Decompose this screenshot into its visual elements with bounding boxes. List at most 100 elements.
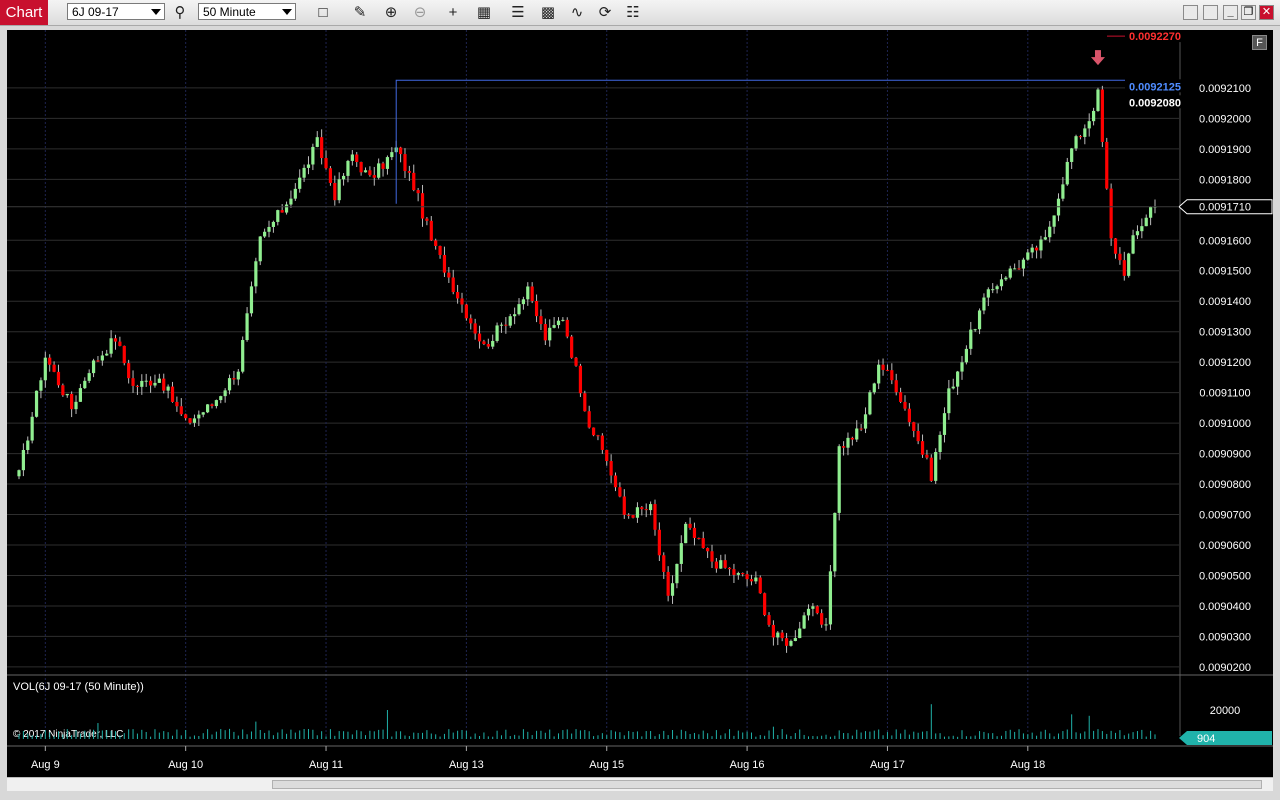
candle-up <box>872 383 876 393</box>
candle-up <box>942 413 947 435</box>
candle-down <box>56 371 61 386</box>
candle-up <box>991 289 995 291</box>
candle-down <box>1017 268 1021 270</box>
candle-down <box>631 515 635 518</box>
candle-up <box>556 320 561 326</box>
candle-up <box>140 380 144 387</box>
candle-down <box>885 369 890 371</box>
candle-up <box>1131 235 1135 254</box>
candle-up <box>271 221 275 227</box>
flag-button[interactable]: F <box>1252 35 1267 50</box>
candle-up <box>254 261 258 287</box>
date-axis: Aug 9 Aug 10 Aug 11 Aug 13 Aug 15 Aug 16 Aug 1… <box>7 745 1273 771</box>
candle-up <box>846 437 850 448</box>
candle-up <box>39 380 43 391</box>
candle-up <box>561 319 565 321</box>
candle-up <box>798 628 802 639</box>
candle-down <box>1078 136 1083 138</box>
instrument-selector[interactable]: 6J 09-17 <box>67 3 165 20</box>
candle-up <box>43 357 47 381</box>
candle-down <box>745 574 749 580</box>
candle-down <box>732 569 736 575</box>
properties-icon[interactable]: ☷ <box>623 3 643 22</box>
timeframe-selector[interactable]: 50 Minute <box>198 3 296 20</box>
candle-down <box>460 298 464 305</box>
minimize-button[interactable]: _ <box>1223 5 1238 20</box>
candle-up <box>166 386 170 391</box>
candle-up <box>293 188 297 199</box>
candle-down <box>784 638 789 646</box>
candle-down <box>662 555 666 572</box>
candle-up <box>806 608 811 616</box>
candle-up <box>973 329 977 331</box>
horizontal-scrollbar[interactable] <box>7 777 1273 791</box>
current-price-label: 0.0091710 <box>1199 202 1251 214</box>
price-label: 0.0091800 <box>1199 174 1251 186</box>
candle-down <box>122 345 126 364</box>
candle-up <box>236 371 240 380</box>
strategy-icon[interactable]: ▩ <box>538 3 558 22</box>
zoom-out-icon[interactable]: ⊖ <box>410 3 430 22</box>
price-chart[interactable]: 0.0092100 0.0092000 0.0091900 0.0091800 0.00… <box>7 30 1273 777</box>
candle-down <box>530 286 534 301</box>
dock-icon[interactable] <box>1183 5 1198 20</box>
pencil-icon[interactable]: ✎ <box>350 3 370 22</box>
candle-down <box>398 147 403 155</box>
candle-up <box>289 198 293 205</box>
candle-down <box>534 300 539 317</box>
search-icon[interactable]: ⚲ <box>170 3 190 22</box>
candle-down <box>657 529 661 556</box>
candle-down <box>1105 141 1109 189</box>
candle-down <box>600 435 604 450</box>
candle-down <box>359 162 363 173</box>
candle-down <box>447 272 451 278</box>
close-button[interactable]: ✕ <box>1259 5 1274 20</box>
candle-up <box>311 146 315 165</box>
candle-up <box>719 560 723 569</box>
tile-icon[interactable] <box>1203 5 1218 20</box>
crosshair-icon[interactable]: + <box>443 3 463 22</box>
restore-button[interactable]: ❐ <box>1241 5 1256 20</box>
candle-up <box>302 167 306 178</box>
price-label: 0.0090500 <box>1199 570 1251 582</box>
candle-up <box>793 638 797 641</box>
marker-line-label: 0.0092125 <box>1129 81 1181 93</box>
date-label: Aug 15 <box>589 759 624 771</box>
candle-down <box>451 277 455 293</box>
candle-up <box>1127 253 1131 276</box>
volume-value-tag <box>1179 731 1272 745</box>
candle-down <box>613 475 618 488</box>
candle-down <box>583 393 587 412</box>
candle-up <box>495 325 499 341</box>
chart-panel[interactable]: 0.0092100 0.0092000 0.0091900 0.0091800 0.00… <box>7 30 1273 777</box>
candle-down <box>907 408 911 423</box>
data-box-icon[interactable]: ▦ <box>474 3 494 22</box>
price-label: 0.0091200 <box>1199 357 1251 369</box>
candle-down <box>912 422 916 432</box>
candle-down <box>741 573 745 575</box>
candle-up <box>267 226 271 232</box>
candle-down <box>763 593 767 616</box>
price-label: 0.0091500 <box>1199 266 1251 278</box>
zoom-in-icon[interactable]: ⊕ <box>381 3 401 22</box>
candle-up <box>91 360 96 374</box>
candle-down <box>539 316 543 325</box>
candle-down <box>131 378 135 386</box>
bars-icon[interactable]: ☰ <box>508 3 528 22</box>
scroll-thumb[interactable] <box>272 780 1262 789</box>
candle-up <box>377 163 381 178</box>
indicator-icon[interactable]: ∿ <box>567 3 587 22</box>
box-icon[interactable]: □ <box>313 3 333 22</box>
candle-down <box>710 551 714 562</box>
candle-down <box>1109 188 1113 239</box>
price-label: 0.0090600 <box>1199 540 1251 552</box>
candle-down <box>644 509 648 511</box>
chevron-down-icon <box>151 9 161 15</box>
chart-tab[interactable]: Chart <box>0 0 48 25</box>
candle-up <box>249 286 254 314</box>
candle-down <box>1122 260 1126 276</box>
candle-down <box>328 168 333 183</box>
refresh-icon[interactable]: ⟳ <box>595 3 615 22</box>
candle-up <box>986 289 990 298</box>
candle-up <box>1039 239 1043 251</box>
